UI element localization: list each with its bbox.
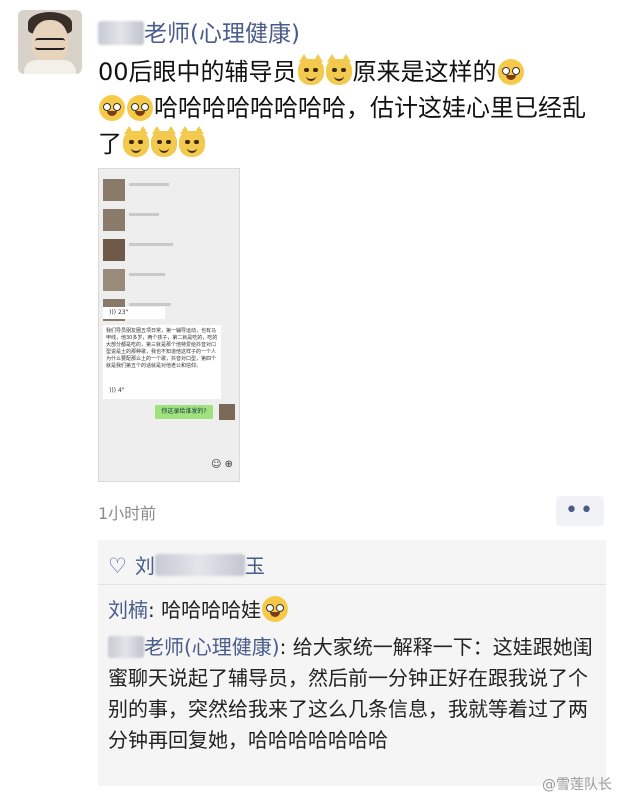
- author-avatar[interactable]: [18, 10, 82, 74]
- like-name-suffix: 玉: [244, 554, 265, 578]
- author-name-text: 老师(心理健康): [144, 21, 300, 47]
- likes-row[interactable]: ♡ 刘 玉: [108, 550, 265, 579]
- chat-line: [129, 273, 165, 276]
- comment-2-author[interactable]: 老师(心理健康): [144, 635, 280, 659]
- voice-message-2: ))) 4": [103, 385, 139, 397]
- chat-thumb: [103, 209, 125, 231]
- like-name-prefix: 刘: [134, 554, 155, 578]
- chat-screenshot-image[interactable]: ))) 23" 我们导员朋友圈五项日常，第一辅导运动，也有马甲线，他30多岁，两…: [98, 168, 240, 482]
- post-text-part-b: 原来是这样的: [352, 58, 497, 86]
- chat-line: [129, 303, 171, 306]
- cat-emoji-icon: [151, 126, 177, 157]
- laughing-emoji-icon: [99, 95, 125, 121]
- more-options-button[interactable]: ••: [556, 496, 604, 526]
- voice-duration-1: 23": [117, 309, 129, 316]
- voice-message-1: ))) 23": [103, 307, 165, 319]
- chat-line: [129, 243, 173, 246]
- chat-thumb: [103, 179, 125, 201]
- cat-emoji-icon: [123, 126, 149, 157]
- laughing-emoji-icon: [497, 59, 524, 85]
- post-text-part-a: 00后眼中的辅导员: [98, 58, 297, 86]
- blurred-author-part: [108, 636, 144, 658]
- chat-line: [129, 213, 159, 216]
- reply-bubble: 你这录给谁发的?: [155, 405, 213, 419]
- cat-emoji-icon: [179, 126, 205, 157]
- comment-1-text: : 哈哈哈哈娃: [148, 598, 262, 622]
- avatar-shirt: [24, 60, 76, 74]
- blurred-like-names: [154, 554, 245, 576]
- comment-2[interactable]: 老师(心理健康): 给大家统一解释一下：这娃跟她闺蜜聊天说起了辅导员，然后前一分…: [108, 632, 600, 756]
- blurred-name-part: [98, 21, 144, 45]
- my-avatar: [219, 404, 235, 420]
- comments-divider: [98, 584, 606, 585]
- comments-panel: ♡ 刘 玉 刘楠: 哈哈哈哈娃 老师(心理健康): 给大家统一解释一下：这娃跟她闺蜜…: [98, 540, 606, 786]
- cat-emoji-icon: [325, 54, 352, 85]
- avatar-glasses: [35, 38, 65, 50]
- post-text: 00后眼中的辅导员 原来是这样的 哈哈哈哈哈哈哈哈，估计这娃心里已经乱了: [98, 54, 598, 162]
- watermark: @雪莲队长: [542, 777, 612, 793]
- laughing-emoji-icon: [127, 95, 153, 121]
- chat-thumb: [103, 239, 125, 261]
- chat-thumb: [103, 269, 125, 291]
- laughing-emoji-icon: [262, 596, 289, 622]
- heart-icon: ♡: [108, 554, 127, 578]
- voice-duration-2: 4": [117, 387, 125, 394]
- author-name[interactable]: 老师(心理健康): [98, 14, 300, 48]
- post-time: 1小时前: [98, 504, 157, 523]
- comment-1[interactable]: 刘楠: 哈哈哈哈娃: [108, 594, 289, 626]
- comment-1-author[interactable]: 刘楠: [108, 598, 148, 622]
- chat-line: [129, 183, 169, 186]
- cat-emoji-icon: [297, 54, 324, 85]
- input-icons: ☺ ⊕: [211, 459, 233, 470]
